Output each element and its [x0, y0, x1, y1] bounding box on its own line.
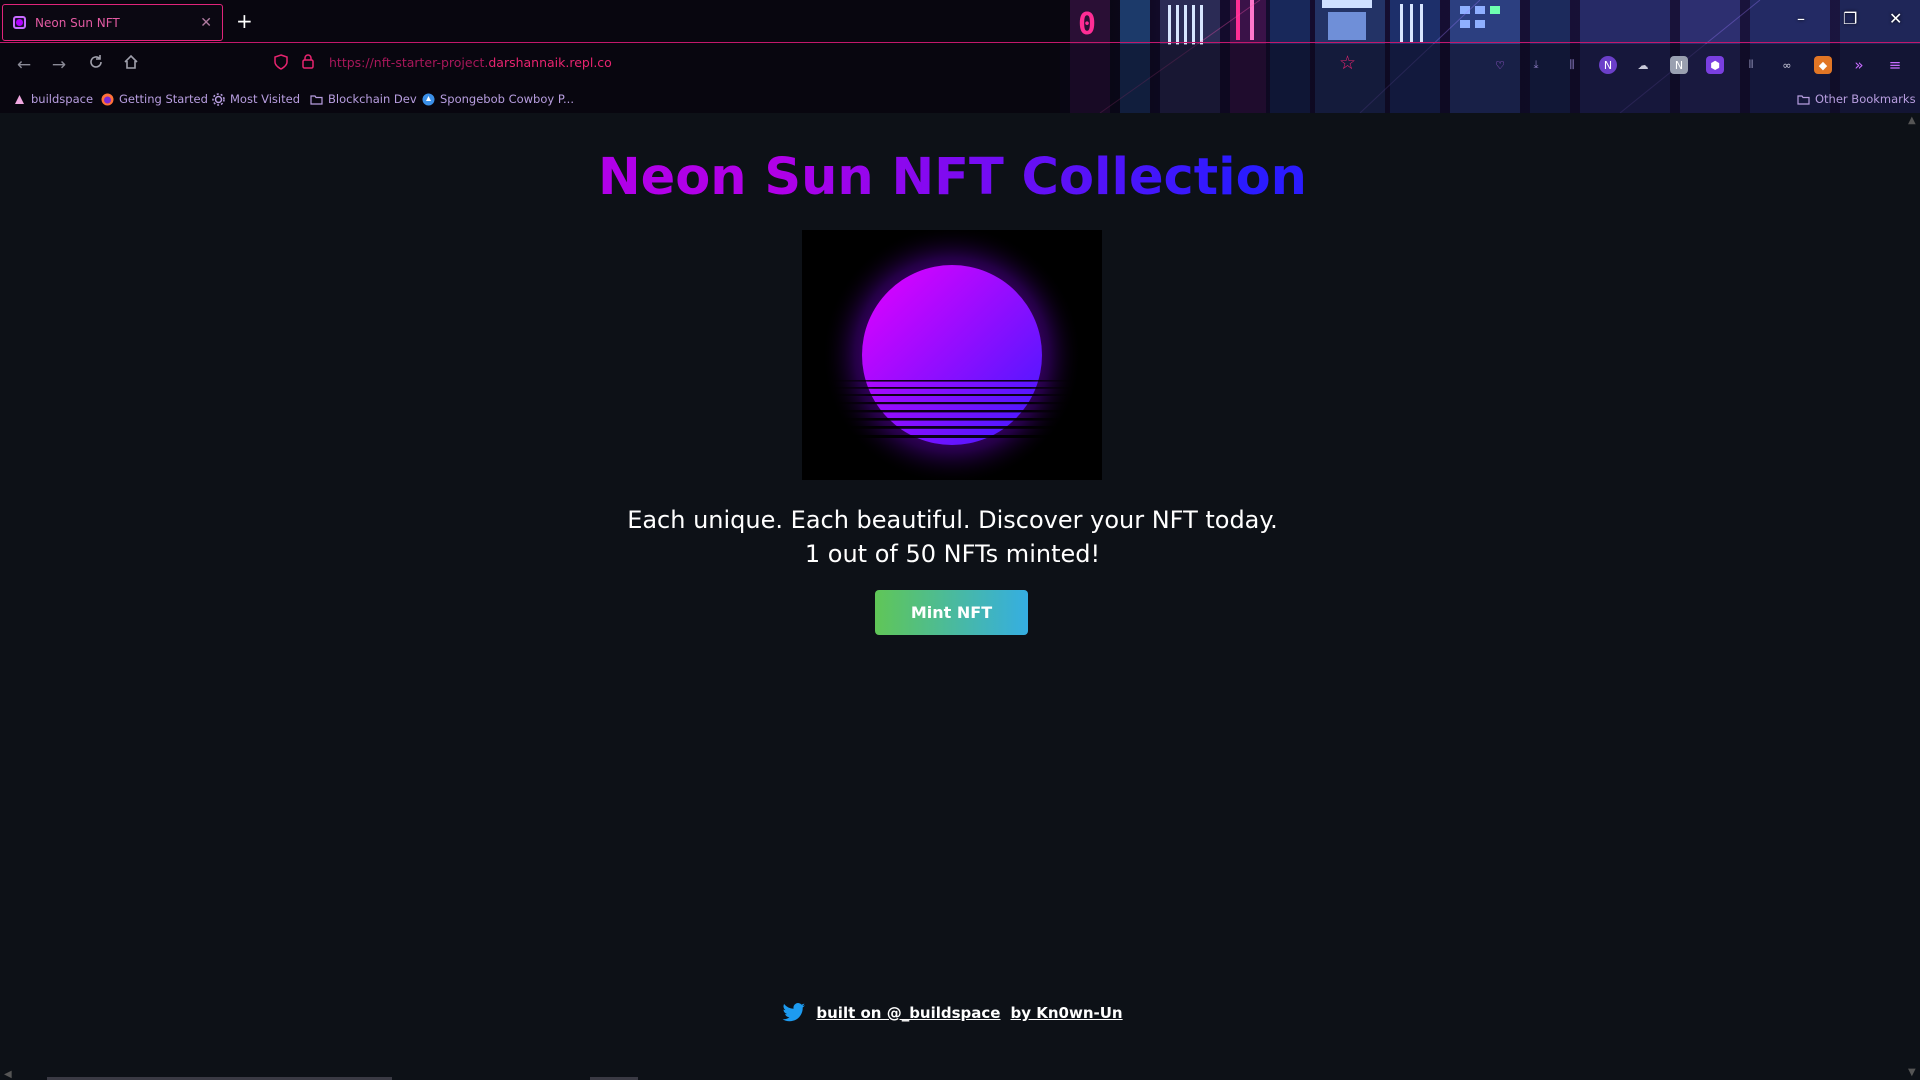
folder-icon — [1797, 94, 1810, 105]
extension-hex-icon[interactable]: ⬢ — [1706, 56, 1724, 74]
extension-grid-icon[interactable]: ⫴ — [1742, 56, 1760, 74]
home-icon[interactable] — [120, 54, 142, 76]
browser-chrome: 0 Neon Sun NFT ✕ + – ❐ ✕ ← → https://nft… — [0, 0, 1920, 113]
tracking-protection-shield-icon[interactable] — [274, 54, 288, 70]
browser-window: 0 Neon Sun NFT ✕ + – ❐ ✕ ← → https://nft… — [0, 0, 1920, 1080]
overflow-chevrons-icon[interactable]: » — [1850, 56, 1868, 74]
extension-n-icon[interactable]: N — [1599, 56, 1617, 74]
metamask-fox-icon[interactable]: ◆ — [1814, 56, 1832, 74]
extension-glasses-icon[interactable]: ∞ — [1778, 56, 1796, 74]
tab-neon-sun-nft[interactable]: Neon Sun NFT ✕ — [2, 4, 223, 41]
window-close-button[interactable]: ✕ — [1889, 9, 1902, 28]
scroll-left-arrow-icon[interactable]: ◀ — [4, 1069, 12, 1080]
library-icon[interactable]: ⫼ — [1563, 56, 1581, 74]
horizontal-scrollbar[interactable]: ◀ — [0, 1068, 1905, 1080]
restore-button[interactable]: ❐ — [1843, 9, 1857, 28]
bookmark-most-visited[interactable]: Most Visited — [212, 90, 300, 108]
neon-sun-image — [802, 230, 1102, 480]
downloads-icon[interactable]: ⤓ — [1527, 56, 1545, 74]
tagline-text: Each unique. Each beautiful. Discover yo… — [627, 506, 1278, 534]
minted-count-text: 1 out of 50 NFTs minted! — [804, 540, 1101, 568]
bookmark-buildspace[interactable]: buildspace — [13, 90, 93, 108]
mint-nft-button[interactable]: Mint NFT — [875, 590, 1028, 635]
url-prefix: https://nft-starter-project. — [329, 55, 489, 70]
address-bar[interactable]: https://nft-starter-project.darshannaik.… — [329, 55, 612, 70]
page-title: Neon Sun NFT Collection — [598, 148, 1307, 207]
url-domain: darshannaik.repl.co — [488, 55, 612, 70]
extension-notion-icon[interactable]: N — [1670, 56, 1688, 74]
buildspace-icon — [15, 94, 24, 104]
site-favicon-icon — [13, 16, 26, 29]
nft-preview-image — [802, 230, 1102, 480]
folder-icon — [310, 94, 323, 105]
scroll-up-arrow-icon[interactable]: ▲ — [1908, 115, 1916, 126]
back-arrow-icon[interactable]: ← — [13, 54, 35, 76]
tab-close-icon[interactable]: ✕ — [200, 15, 212, 31]
extension-cloud-icon[interactable]: ☁ — [1634, 56, 1652, 74]
bookmark-star-icon[interactable]: ☆ — [1339, 52, 1356, 74]
vertical-scrollbar[interactable]: ▲ ▼ — [1905, 113, 1920, 1080]
twitter-bird-icon[interactable] — [782, 1003, 806, 1023]
firefox-icon — [101, 93, 114, 105]
reload-icon[interactable] — [85, 54, 107, 76]
forward-arrow-icon[interactable]: → — [48, 54, 70, 76]
web-page-content: Neon Sun NFT Collection Each unique. Eac… — [0, 113, 1920, 1080]
tab-strip: Neon Sun NFT ✕ + – ❐ ✕ — [0, 0, 1920, 43]
bookmarks-toolbar: buildspace Getting Started Most Visited … — [0, 87, 1920, 111]
menu-hamburger-icon[interactable]: ≡ — [1886, 56, 1904, 74]
bookmark-blockchain-dev[interactable]: Blockchain Dev — [310, 90, 417, 108]
new-tab-button[interactable]: + — [236, 9, 253, 33]
minimize-button[interactable]: – — [1797, 9, 1805, 28]
tab-title: Neon Sun NFT — [35, 15, 120, 30]
footer: built on @_buildspace by Kn0wn-Un — [0, 1003, 1905, 1023]
author-link[interactable]: by Kn0wn-Un — [1010, 1004, 1122, 1022]
built-on-buildspace-link[interactable]: built on @_buildspace — [816, 1004, 1000, 1022]
globe-icon — [422, 93, 435, 105]
navigation-toolbar: ← → https://nft-starter-project.darshann… — [0, 44, 1920, 86]
bookmark-spongebob-cowboy[interactable]: Spongebob Cowboy P... — [422, 90, 574, 108]
pocket-icon[interactable]: ♡ — [1491, 56, 1509, 74]
bookmark-other-bookmarks[interactable]: Other Bookmarks — [1797, 90, 1916, 108]
secure-lock-icon[interactable] — [302, 54, 314, 69]
gear-icon — [212, 92, 225, 106]
scroll-down-arrow-icon[interactable]: ▼ — [1908, 1067, 1916, 1078]
bookmark-getting-started[interactable]: Getting Started — [101, 90, 208, 108]
